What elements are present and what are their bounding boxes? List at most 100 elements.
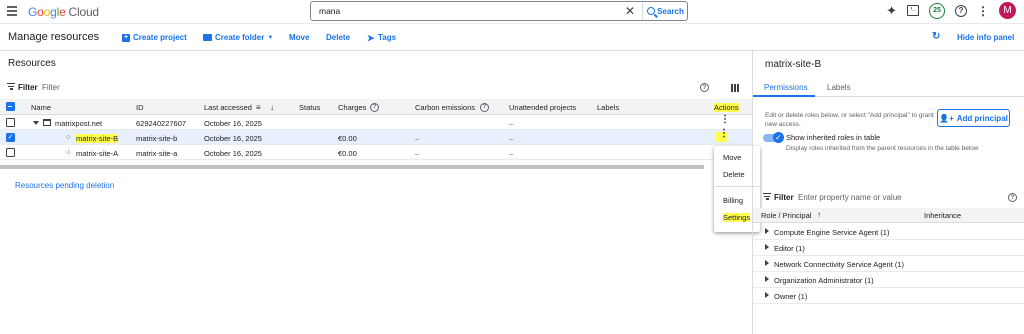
select-all-checkbox[interactable] xyxy=(6,102,15,111)
expand-arrow-icon[interactable] xyxy=(765,244,769,250)
move-button[interactable]: Move xyxy=(289,33,309,42)
role-name: Compute Engine Service Agent (1) xyxy=(774,228,890,237)
permissions-description: Edit or delete roles below, or select "A… xyxy=(765,112,934,128)
help-icon[interactable]: ? xyxy=(955,4,967,17)
tag-icon: ➤ xyxy=(367,32,375,43)
tab-permissions[interactable]: Permissions xyxy=(764,83,808,92)
menu-item-settings[interactable]: Settings xyxy=(723,213,751,222)
role-row[interactable]: Compute Engine Service Agent (1) xyxy=(753,224,1024,240)
google-cloud-logo[interactable]: Google Cloud xyxy=(28,5,99,19)
column-header-role-principal[interactable]: Role / Principal xyxy=(761,211,811,220)
help-icon[interactable]: ? xyxy=(370,102,379,112)
row-actions-menu-icon[interactable]: ⋮ xyxy=(720,115,730,125)
cloud-shell-icon[interactable]: ›_ xyxy=(907,5,919,16)
menu-item-move[interactable]: Move xyxy=(723,153,741,162)
row-checkbox[interactable] xyxy=(6,118,15,127)
role-name: Network Connectivity Service Agent (1) xyxy=(774,260,905,269)
clear-search-icon[interactable]: ✕ xyxy=(625,5,635,17)
last-accessed: October 16, 2025 xyxy=(204,148,262,158)
column-header-labels[interactable]: Labels xyxy=(597,103,619,112)
permissions-filter-input[interactable]: Enter property name or value xyxy=(798,193,902,202)
last-accessed: October 16, 2025 xyxy=(204,133,262,143)
tags-label: Tags xyxy=(378,33,397,42)
project-icon: ⁘ xyxy=(65,147,72,157)
resource-name[interactable]: matrixpost.net xyxy=(55,119,102,128)
resources-filter-bar[interactable]: Filter Filter ? xyxy=(0,79,752,97)
folder-icon xyxy=(203,34,212,41)
info-panel: matrix-site-B Permissions Labels Edit or… xyxy=(752,51,1024,334)
sort-arrow-down-icon[interactable]: ↓ xyxy=(270,103,274,112)
inherited-roles-toggle[interactable]: ✓ xyxy=(763,132,785,143)
table-row[interactable]: matrixpost.net 629240227607 October 16, … xyxy=(0,115,752,130)
tab-labels[interactable]: Labels xyxy=(827,83,851,92)
refresh-icon[interactable]: ↻ xyxy=(932,31,940,42)
help-icon[interactable]: ? xyxy=(1008,193,1017,202)
table-row[interactable]: ⁘ matrix-site-A matrix-site-a October 16… xyxy=(0,145,752,160)
create-folder-button[interactable]: Create folder ▼ xyxy=(203,33,273,42)
column-header-inheritance[interactable]: Inheritance xyxy=(924,211,961,220)
help-icon[interactable]: ? xyxy=(700,83,709,92)
role-name: Organization Administrator (1) xyxy=(774,276,874,285)
resource-id: matrix-site-a xyxy=(136,148,178,158)
role-row[interactable]: Editor (1) xyxy=(753,240,1024,256)
resource-id: matrix-site-b xyxy=(136,133,178,143)
column-header-unattended-projects[interactable]: Unattended projects xyxy=(509,103,576,112)
menu-item-delete[interactable]: Delete xyxy=(723,170,745,179)
search-button[interactable]: Search xyxy=(642,2,688,20)
collapse-arrow-icon[interactable] xyxy=(33,120,39,125)
horizontal-scrollbar[interactable] xyxy=(0,165,704,169)
delete-button[interactable]: Delete xyxy=(326,33,350,42)
search-input[interactable] xyxy=(311,6,611,16)
expand-arrow-icon[interactable] xyxy=(765,276,769,282)
tags-button[interactable]: ➤ Tags xyxy=(367,33,396,42)
last-accessed: October 16, 2025 xyxy=(204,118,262,128)
expand-arrow-icon[interactable] xyxy=(765,292,769,298)
expand-arrow-icon[interactable] xyxy=(765,228,769,234)
main-menu-icon[interactable] xyxy=(7,6,17,16)
filter-lines-icon[interactable]: ≡ xyxy=(256,103,261,112)
page-title: Manage resources xyxy=(8,31,100,43)
sort-arrow-up-icon[interactable]: ↑ xyxy=(817,210,821,219)
active-tab-indicator xyxy=(753,95,815,97)
add-box-icon: + xyxy=(122,33,130,42)
gemini-sparkle-icon[interactable]: ✦ xyxy=(886,3,897,19)
filter-label: Filter xyxy=(774,193,794,202)
permissions-filter-bar[interactable]: Filter Enter property name or value ? xyxy=(753,189,1024,205)
project-icon: ⁘ xyxy=(65,132,72,142)
toggle-label: Show inherited roles in table xyxy=(786,133,881,142)
column-header-actions: Actions xyxy=(714,103,739,112)
hide-info-panel-button[interactable]: Hide info panel xyxy=(957,33,1014,42)
expand-arrow-icon[interactable] xyxy=(765,260,769,266)
charges: €0.00 xyxy=(338,148,357,158)
role-row[interactable]: Organization Administrator (1) xyxy=(753,272,1024,288)
menu-item-billing[interactable]: Billing xyxy=(723,196,743,205)
help-icon[interactable]: ? xyxy=(480,102,489,112)
column-header-id[interactable]: ID xyxy=(136,103,144,112)
filter-input[interactable]: Filter xyxy=(42,83,60,92)
add-principal-button[interactable]: 👤+ Add principal xyxy=(937,109,1010,127)
avatar[interactable]: M xyxy=(999,2,1016,19)
table-row[interactable]: ✓ ⁘ matrix-site-B matrix-site-b October … xyxy=(0,129,752,145)
column-header-carbon-emissions[interactable]: Carbon emissions xyxy=(415,103,475,112)
create-project-label: Create project xyxy=(133,33,187,42)
notifications-badge[interactable]: 25 xyxy=(929,2,945,19)
charges: €0.00 xyxy=(338,133,357,143)
add-principal-label: Add principal xyxy=(956,113,1008,123)
resource-name[interactable]: matrix-site-B xyxy=(76,133,119,143)
column-header-status[interactable]: Status xyxy=(299,103,320,112)
column-header-charges[interactable]: Charges xyxy=(338,103,366,112)
resources-pending-deletion-link[interactable]: Resources pending deletion xyxy=(15,181,114,190)
row-checkbox[interactable]: ✓ xyxy=(6,133,15,142)
settings-menu-icon[interactable]: ⋮ xyxy=(977,5,989,17)
role-row[interactable]: Owner (1) xyxy=(753,288,1024,304)
create-project-button[interactable]: + Create project xyxy=(122,33,187,42)
unattended-projects: – xyxy=(509,133,514,143)
role-row[interactable]: Network Connectivity Service Agent (1) xyxy=(753,256,1024,272)
resource-name[interactable]: matrix-site-A xyxy=(76,149,118,158)
column-header-last-accessed[interactable]: Last accessed xyxy=(204,103,252,112)
row-checkbox[interactable] xyxy=(6,148,15,157)
row-actions-menu-icon[interactable]: ⋮ xyxy=(715,129,729,142)
resources-table-header: Name ID Last accessed ≡ ↓ Status Charges… xyxy=(0,99,752,115)
column-display-icon[interactable] xyxy=(731,84,739,92)
column-header-name[interactable]: Name xyxy=(31,103,51,112)
